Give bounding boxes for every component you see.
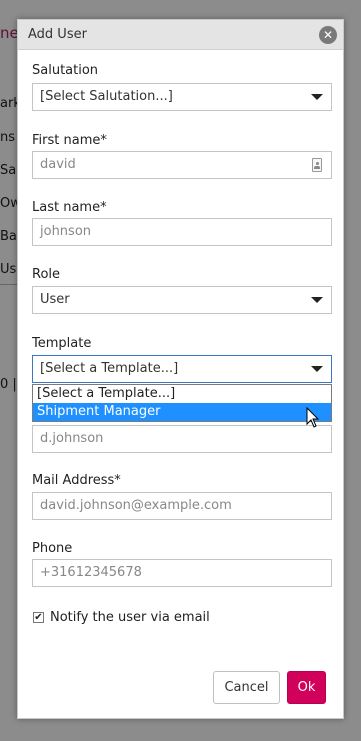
first-name-input[interactable]: david [32,151,332,179]
add-user-dialog: Add User ✕ Salutation [Select Salutation… [17,19,344,719]
last-name-input[interactable]: johnson [32,218,332,246]
phone-input[interactable]: +31612345678 [32,559,332,587]
dialog-titlebar: Add User ✕ [18,20,343,50]
chevron-down-icon [311,366,323,372]
role-select-value: User [40,292,70,307]
template-label: Template [32,336,92,351]
cancel-button[interactable]: Cancel [213,671,280,704]
last-name-label: Last name* [32,200,107,215]
notify-checkbox[interactable]: ✔ [33,612,44,623]
mail-address-input[interactable]: david.johnson@example.com [32,492,332,520]
template-select-value: [Select a Template...] [40,361,179,376]
salutation-select[interactable]: [Select Salutation...] [32,83,332,111]
dialog-title: Add User [28,27,87,42]
first-name-label: First name* [32,133,107,148]
username-input[interactable]: d.johnson [32,425,332,453]
phone-label: Phone [32,541,73,556]
username-placeholder: d.johnson [40,431,104,446]
salutation-select-value: [Select Salutation...] [40,89,173,104]
salutation-label: Salutation [32,63,99,78]
contact-card-icon[interactable] [312,158,322,172]
ok-button[interactable]: Ok [287,671,326,704]
close-icon[interactable]: ✕ [319,26,337,44]
template-option[interactable]: [Select a Template...] [33,385,331,403]
chevron-down-icon [311,94,323,100]
notify-checkbox-label: Notify the user via email [50,610,210,625]
template-option-highlighted[interactable]: Shipment Manager [33,403,331,421]
phone-placeholder: +31612345678 [40,565,142,580]
role-select[interactable]: User [32,286,332,314]
mouse-cursor-icon [306,407,320,428]
role-label: Role [32,267,61,282]
chevron-down-icon [311,297,323,303]
mail-address-placeholder: david.johnson@example.com [40,498,232,513]
last-name-placeholder: johnson [40,224,92,239]
template-select[interactable]: [Select a Template...] [32,355,332,383]
mail-address-label: Mail Address* [32,473,121,488]
template-dropdown-list: [Select a Template...] Shipment Manager [32,384,332,422]
first-name-placeholder: david [40,157,76,172]
